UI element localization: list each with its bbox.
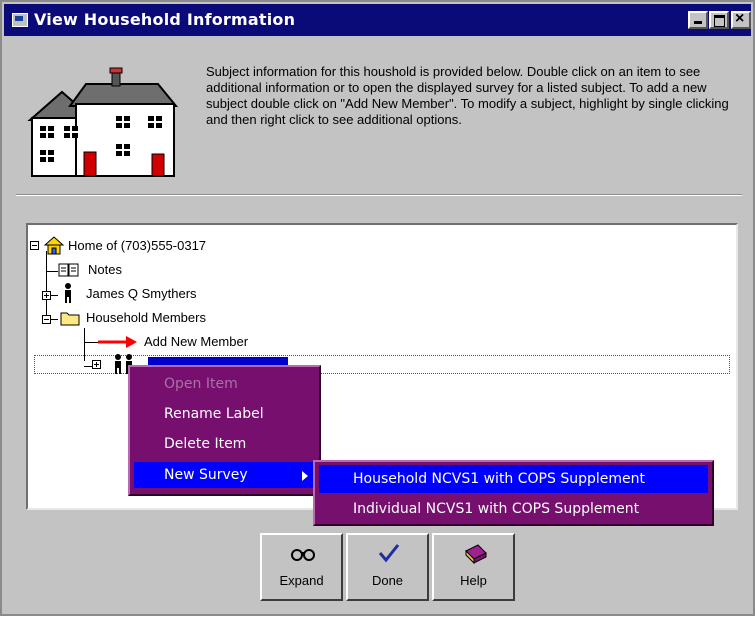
menu-item-new-survey-label: New Survey (164, 467, 248, 483)
tree-item-notes[interactable]: Notes (88, 262, 122, 277)
person-expand-toggle[interactable] (42, 291, 51, 300)
help-button-label: Help (460, 573, 487, 588)
window-title: View Household Information (34, 10, 296, 29)
close-button[interactable] (731, 10, 751, 29)
tree-item-household-members[interactable]: Household Members (86, 310, 206, 325)
separator (16, 194, 742, 196)
tree-item-add-new-member[interactable]: Add New Member (144, 334, 248, 349)
expand-button[interactable]: Expand (260, 533, 343, 601)
expand-button-label: Expand (279, 573, 324, 588)
new-survey-submenu: Household NCVS1 with COPS Supplement Ind… (313, 460, 714, 526)
minimize-button[interactable] (688, 11, 708, 29)
house-illustration (27, 67, 179, 177)
menu-item-new-survey[interactable]: New Survey (134, 462, 316, 488)
done-button-label: Done (371, 573, 404, 588)
person-icon (65, 283, 71, 303)
tree-root-label[interactable]: Home of (703)555-0317 (68, 238, 206, 253)
submenu-item-individual-ncvs1[interactable]: Individual NCVS1 with COPS Supplement (319, 495, 708, 523)
help-button[interactable]: Help (432, 533, 515, 601)
done-button[interactable]: Done (346, 533, 429, 601)
folder-icon (60, 312, 80, 326)
submenu-item-household-ncvs1[interactable]: Household NCVS1 with COPS Supplement (319, 465, 708, 493)
member-expand-toggle[interactable] (92, 360, 101, 369)
help-book-icon (465, 544, 487, 565)
home-icon (44, 236, 64, 255)
menu-item-rename-label[interactable]: Rename Label (134, 401, 316, 427)
menu-item-open-item[interactable]: Open Item (134, 371, 316, 397)
view-household-window: View Household Information × Subject inf… (0, 0, 755, 616)
maximize-button[interactable] (709, 11, 729, 29)
red-arrow-icon (98, 336, 137, 348)
root-collapse-toggle[interactable] (30, 241, 39, 250)
app-window-icon[interactable] (12, 13, 28, 27)
tree-item-person[interactable]: James Q Smythers (86, 286, 197, 301)
title-bar[interactable]: View Household Information (4, 4, 751, 36)
menu-item-delete-item[interactable]: Delete Item (134, 431, 316, 457)
notes-book-icon (58, 263, 79, 277)
submenu-arrow-icon (302, 471, 308, 481)
binoculars-icon (291, 549, 315, 561)
context-menu: Open Item Rename Label Delete Item New S… (128, 365, 321, 496)
checkmark-icon (378, 544, 400, 563)
members-collapse-toggle[interactable] (42, 315, 51, 324)
instructions-text: Subject information for this houshold is… (206, 64, 729, 127)
